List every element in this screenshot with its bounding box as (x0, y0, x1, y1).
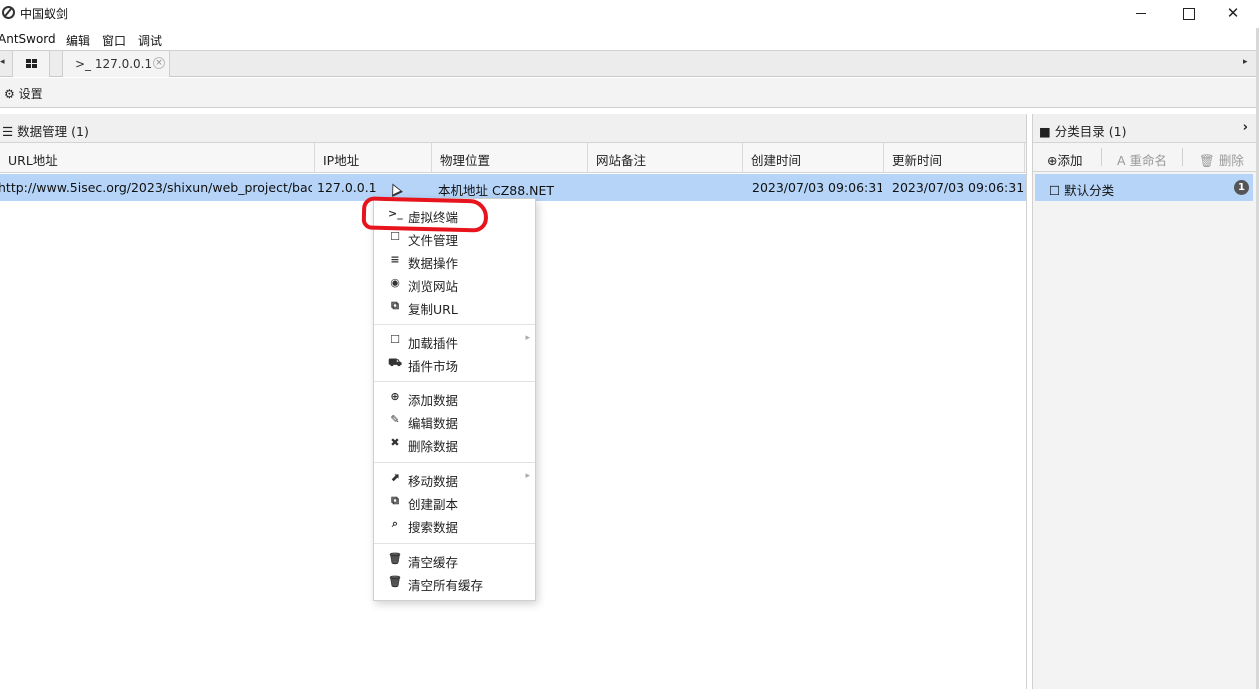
menu-window[interactable]: 窗口 (102, 32, 126, 49)
tab-scroll-right-icon[interactable]: ▸ (1243, 57, 1248, 67)
menu-item-label: 浏览网站 (408, 279, 459, 294)
panel-title: ☰ 数据管理 (1) (2, 124, 89, 139)
close-button[interactable]: ✕ (1210, 0, 1256, 28)
menu-item-label: 数据操作 (408, 256, 459, 271)
chevron-right-icon[interactable]: › (1243, 120, 1248, 135)
delete-category-button[interactable]: 🗑 删除 (1199, 150, 1244, 169)
menu-item-add-data[interactable]: ⊕ 添加数据 (374, 386, 535, 409)
plus-circle-icon: ⊕ (390, 390, 400, 403)
category-label: ☐ 默认分类 (1049, 183, 1115, 198)
count-badge: 1 (1234, 180, 1249, 195)
menu-debug[interactable]: 调试 (138, 32, 162, 49)
menu-item-browse-site[interactable]: ◉ 浏览网站 (374, 272, 535, 295)
menu-item-edit-data[interactable]: ✎ 编辑数据 (374, 409, 535, 432)
database-icon: ≡ (390, 253, 400, 266)
tab-close-icon[interactable]: × (153, 57, 165, 69)
toolbar-divider (1182, 148, 1183, 166)
menu-item-label: 清空所有缓存 (408, 578, 484, 593)
column-updated[interactable]: 更新时间 (884, 143, 1025, 173)
title-bar: 中国蚁剑 ✕ (0, 0, 1259, 28)
tab-home[interactable] (12, 51, 50, 77)
antsword-logo-icon (2, 6, 15, 19)
menu-item-copy-url[interactable]: ⧉ 复制URL (374, 295, 535, 318)
chrome-icon: ◉ (390, 276, 400, 289)
trash-icon: 🗑 (388, 552, 402, 565)
menu-item-search-data[interactable]: ⌕ 搜索数据 (374, 513, 535, 536)
annotation-highlight (361, 196, 489, 233)
menu-item-label: 清空缓存 (408, 555, 459, 570)
menu-item-label: 加载插件 (408, 336, 459, 351)
menu-divider (374, 324, 535, 325)
add-category-button[interactable]: ⊕添加 (1047, 150, 1082, 169)
menu-item-move-data[interactable]: ⬈ 移动数据 ▸ (374, 467, 535, 490)
menu-item-plugin-market[interactable]: ⛟ 插件市场 (374, 352, 535, 375)
menu-bar: AntSword 编辑 窗口 调试 (0, 28, 1259, 50)
menu-item-label: 编辑数据 (408, 416, 459, 431)
cell-ip: 127.0.0.1 (317, 180, 377, 195)
folder-icon: ☐ (390, 333, 400, 346)
category-header: ■ 分类目录 (1) › (1033, 114, 1256, 143)
grid-icon (26, 59, 37, 68)
settings-bar: ⚙ 设置 (0, 78, 1259, 108)
menu-item-duplicate[interactable]: ⧉ 创建副本 (374, 490, 535, 513)
copy-icon: ⧉ (391, 494, 399, 507)
column-created[interactable]: 创建时间 (743, 143, 884, 173)
menu-divider (374, 381, 535, 382)
menu-item-label: 添加数据 (408, 393, 459, 408)
menu-item-clear-cache[interactable]: 🗑 清空缓存 (374, 548, 535, 571)
tab-bar: ◂ >_ 127.0.0.1 × ▸ (0, 50, 1259, 77)
trash-icon: 🗑 (388, 575, 402, 588)
copy-icon: ⧉ (391, 299, 399, 312)
category-item-default[interactable]: ☐ 默认分类 1 (1035, 174, 1253, 201)
menu-item-label: 创建副本 (408, 497, 459, 512)
minimize-button[interactable] (1117, 0, 1163, 28)
edit-icon: ✎ (390, 413, 400, 426)
close-icon: ✖ (390, 436, 400, 449)
tab-terminal-label: >_ 127.0.0.1 (75, 57, 153, 71)
menu-item-label: 删除数据 (408, 439, 459, 454)
move-icon: ⬈ (390, 471, 400, 484)
menu-item-label: 移动数据 (408, 474, 459, 489)
cell-url: http://www.5isec.org/2023/shixun/web_pro… (0, 180, 312, 195)
menu-item-delete-data[interactable]: ✖ 删除数据 (374, 432, 535, 455)
chevron-right-icon: ▸ (525, 471, 530, 481)
window-title: 中国蚁剑 (20, 7, 69, 21)
menu-item-label: 复制URL (408, 302, 458, 317)
folder-icon: ☐ (390, 230, 400, 243)
toolbar-divider (1101, 148, 1102, 166)
context-menu: >_ 虚拟终端 ☐ 文件管理 ≡ 数据操作 ◉ 浏览网站 ⧉ 复制URL ☐ 加… (373, 198, 536, 601)
menu-item-label: 插件市场 (408, 359, 459, 374)
maximize-button[interactable] (1165, 0, 1211, 28)
cell-location: 本机地址 CZ88.NET (438, 183, 555, 198)
column-location[interactable]: 物理位置 (432, 143, 588, 173)
settings-button[interactable]: ⚙ 设置 (4, 85, 43, 102)
menu-item-label: 文件管理 (408, 233, 459, 248)
cell-created: 2023/07/03 09:06:31 (752, 180, 882, 195)
menu-item-load-plugin[interactable]: ☐ 加载插件 ▸ (374, 329, 535, 352)
menu-edit[interactable]: 编辑 (66, 32, 90, 49)
category-title: ■ 分类目录 (1) (1039, 124, 1127, 139)
rename-category-button[interactable]: A 重命名 (1117, 150, 1167, 169)
column-url[interactable]: URL地址 (0, 143, 315, 173)
cart-icon: ⛟ (388, 356, 402, 369)
chevron-right-icon: ▸ (525, 333, 530, 343)
tab-scroll-left-icon[interactable]: ◂ (0, 57, 5, 67)
menu-item-label: 搜索数据 (408, 520, 459, 535)
category-panel: ■ 分类目录 (1) › ⊕添加 A 重命名 🗑 删除 ☐ 默认分类 1 (1032, 114, 1256, 689)
menu-divider (374, 543, 535, 544)
menu-item-clear-all-cache[interactable]: 🗑 清空所有缓存 (374, 571, 535, 594)
category-toolbar: ⊕添加 A 重命名 🗑 删除 (1033, 143, 1256, 172)
tab-terminal[interactable]: >_ 127.0.0.1 × (62, 51, 170, 77)
menu-antsword[interactable]: AntSword (0, 32, 56, 46)
search-icon: ⌕ (391, 517, 399, 530)
column-ip[interactable]: IP地址 (315, 143, 432, 173)
cell-updated: 2023/07/03 09:06:31 (892, 180, 1024, 195)
menu-item-database[interactable]: ≡ 数据操作 (374, 249, 535, 272)
table-row[interactable]: http://www.5isec.org/2023/shixun/web_pro… (0, 174, 1026, 201)
menu-divider (374, 462, 535, 463)
table-header: URL地址 IP地址 物理位置 网站备注 创建时间 更新时间 (0, 143, 1026, 173)
column-note[interactable]: 网站备注 (588, 143, 743, 173)
panel-header: ☰ 数据管理 (1) (0, 114, 1026, 143)
